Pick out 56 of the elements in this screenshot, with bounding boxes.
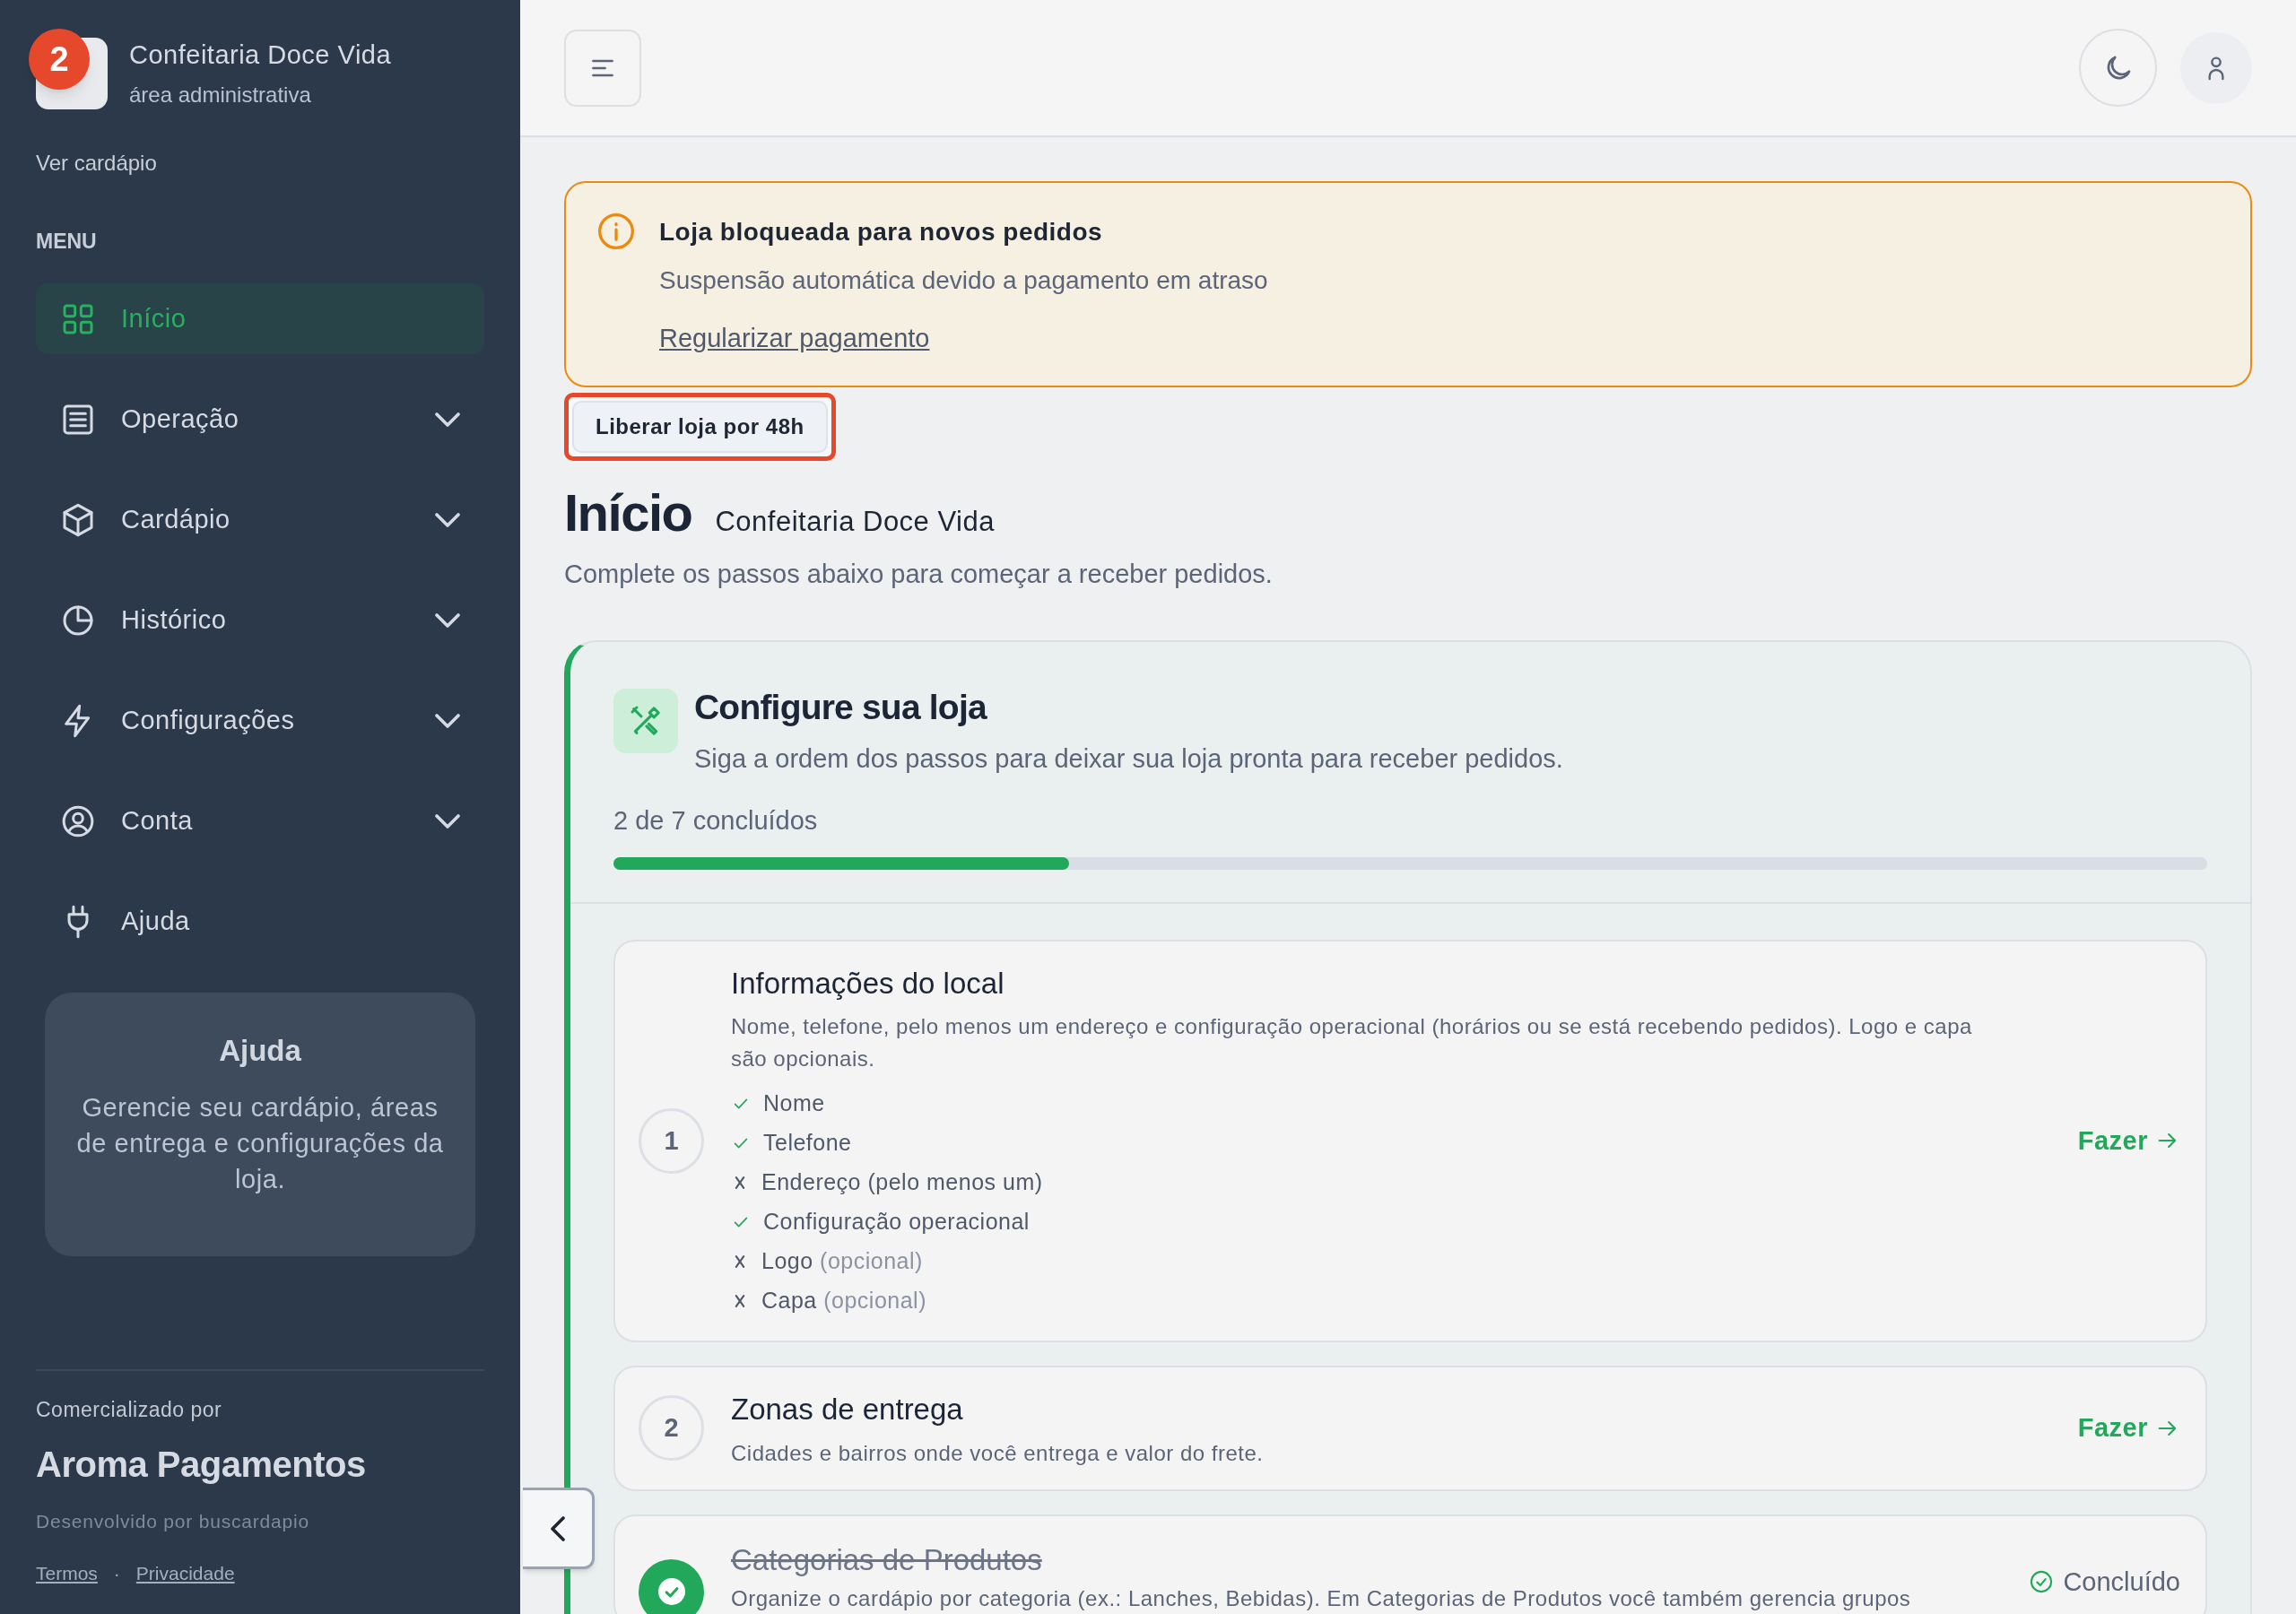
footer-link[interactable]: Privacidade xyxy=(135,1558,235,1587)
step-number: 1 xyxy=(639,1107,704,1174)
menu-button[interactable] xyxy=(564,29,641,107)
info-icon xyxy=(596,212,636,251)
page-title: Início xyxy=(564,482,692,543)
chevron-down-icon xyxy=(435,713,460,728)
page-description: Complete os passos abaixo para começar a receber pedidos. xyxy=(564,558,1274,590)
theme-toggle-button[interactable] xyxy=(2079,29,2157,107)
separator-dot: · xyxy=(113,1561,120,1585)
help-text: Gerencie seu cardápio, áreas de entrega e configurações da loja. xyxy=(75,1091,445,1195)
nav-item[interactable]: Histórico xyxy=(36,585,484,655)
nav-item[interactable]: Ajuda xyxy=(36,886,484,957)
footer-link[interactable]: Termos xyxy=(36,1558,98,1587)
help-title: Ajuda xyxy=(219,1033,301,1069)
step-number: 2 xyxy=(639,1395,704,1462)
step-description: Nome, telefone, pelo menos um endereço e configuração operacional (horários ou se está recebendo pedidos). Logo e capa são opcionais. xyxy=(731,1013,1973,1072)
checklist-item: Configuração operacional xyxy=(763,1208,1030,1237)
check-circle-icon xyxy=(2029,1569,2055,1595)
checklist-item: Capa (opcional) xyxy=(761,1287,926,1315)
checklist-item: Nome xyxy=(763,1089,825,1118)
alert-message: Suspensão automática devido a pagamento em atraso xyxy=(659,265,1268,296)
nav-item[interactable]: Conta xyxy=(36,785,484,856)
nav-item[interactable]: Início xyxy=(36,283,484,354)
menu-heading: MENU xyxy=(36,228,98,255)
checklist-item: Logo (opcional) xyxy=(761,1247,923,1276)
chevron-down-icon xyxy=(435,512,460,527)
step-title: Categorias de Produtos xyxy=(731,1542,1043,1579)
nav-item[interactable]: Cardápio xyxy=(36,484,484,555)
collapse-sidebar-button[interactable] xyxy=(523,1488,595,1569)
chevron-down-icon xyxy=(435,412,460,427)
store-subtitle: área administrativa xyxy=(129,81,312,108)
view-menu-link[interactable]: Ver cardápio xyxy=(36,146,157,179)
step-badge: 2 xyxy=(29,29,90,90)
marketed-by-label: Comercializado por xyxy=(36,1396,223,1423)
setup-title: Configure sua loja xyxy=(694,687,988,728)
nav-item[interactable]: Operação xyxy=(36,384,484,455)
step-description: Organize o cardápio por categoria (ex.: Lanches, Bebidas). Em Categorias de Produtos você também gerencia grupos xyxy=(731,1584,1912,1612)
step-description: Cidades e bairros onde você entrega e valor do frete. xyxy=(731,1439,1265,1467)
page-subtitle: Confeitaria Doce Vida xyxy=(715,504,995,539)
pay-link[interactable]: Regularizar pagamento xyxy=(659,319,930,359)
chevron-down-icon xyxy=(435,612,460,628)
checklist-item: Telefone xyxy=(763,1129,852,1158)
checklist-item: Endereço (pelo menos um) xyxy=(761,1168,1043,1197)
release-store-button[interactable]: Liberar loja por 48h xyxy=(572,400,828,453)
setup-subtitle: Siga a ordem dos passos para deixar sua loja pronta para receber pedidos. xyxy=(694,742,1563,775)
developer-credit: Desenvolvido por buscardapio xyxy=(36,1510,310,1533)
chevron-down-icon xyxy=(435,813,460,829)
step-title: Informações do local xyxy=(731,965,1005,1002)
nav-item[interactable]: Configurações xyxy=(36,685,484,756)
company-name: Aroma Pagamentos xyxy=(36,1444,367,1486)
done-status: Concluído xyxy=(2029,1562,2180,1601)
progress-label: 2 de 7 concluídos xyxy=(613,805,819,837)
chevron-left-icon xyxy=(550,1515,565,1541)
store-name: Confeitaria Doce Vida xyxy=(129,39,392,71)
alert-title: Loja bloqueada para novos pedidos xyxy=(659,217,1104,247)
step-title: Zonas de entrega xyxy=(731,1392,964,1427)
